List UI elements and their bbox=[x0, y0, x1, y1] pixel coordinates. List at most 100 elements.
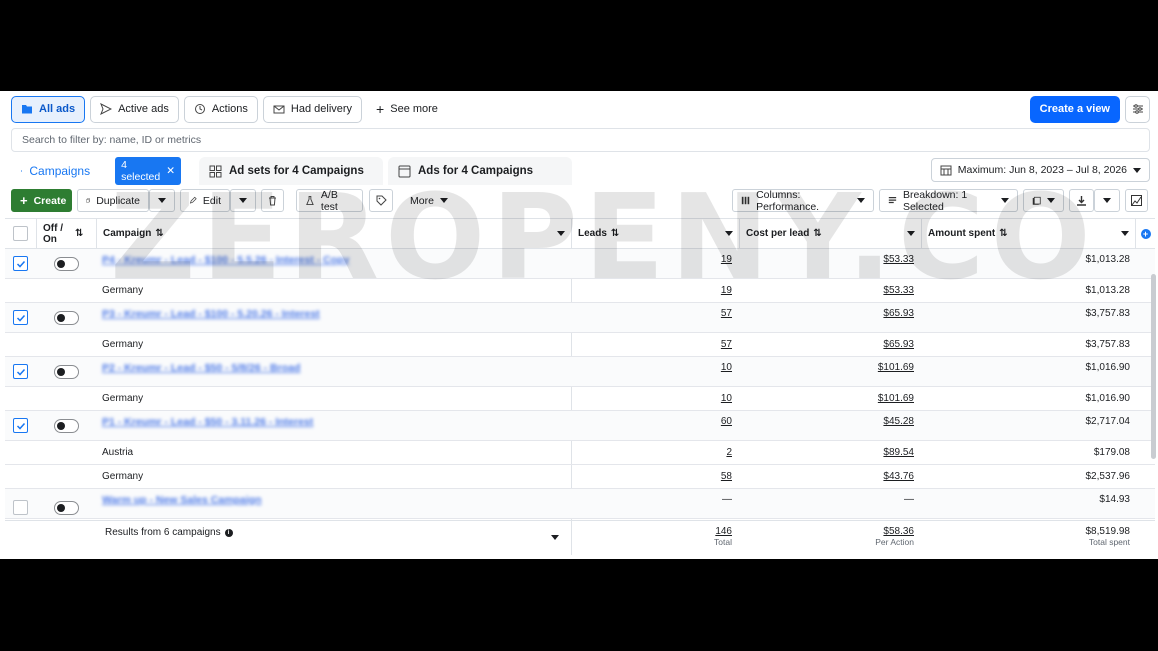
filter-actions[interactable]: Actions bbox=[183, 95, 258, 123]
checkbox-checked[interactable] bbox=[13, 364, 28, 379]
chevron-down-icon bbox=[158, 198, 166, 203]
charts-button[interactable] bbox=[1125, 189, 1148, 212]
toggle-switch[interactable] bbox=[54, 256, 79, 271]
leads-total-sub: Total bbox=[714, 537, 732, 547]
header-campaign[interactable]: Campaign ⇅ bbox=[97, 219, 572, 248]
campaign-name-link[interactable]: P3 - Kreumr - Lead - $100 - 5.20.26 - In… bbox=[102, 299, 320, 328]
row-checkbox[interactable] bbox=[13, 357, 28, 386]
table-row[interactable]: Warm up - New Sales Campaign — — $14.93 bbox=[5, 489, 1155, 519]
row-checkbox[interactable] bbox=[13, 493, 28, 522]
checkbox-unchecked[interactable] bbox=[13, 500, 28, 515]
close-icon[interactable]: ✕ bbox=[166, 165, 175, 177]
tag-button[interactable] bbox=[369, 189, 393, 212]
chevron-down-icon[interactable] bbox=[557, 231, 565, 236]
toggle-switch[interactable] bbox=[54, 364, 79, 379]
delivery-toggle[interactable] bbox=[54, 493, 79, 522]
checkbox-checked[interactable] bbox=[13, 418, 28, 433]
toggle-switch[interactable] bbox=[54, 310, 79, 325]
create-button[interactable]: + Create bbox=[11, 189, 72, 212]
header-select-all[interactable] bbox=[5, 219, 37, 248]
header-off-on-label: Off / On bbox=[43, 222, 63, 245]
campaign-name[interactable]: P2 - Kreumr - Lead - $50 - 5/8/26 - Broa… bbox=[102, 362, 300, 374]
vertical-scrollbar[interactable] bbox=[1151, 274, 1156, 459]
settings-sliders-button[interactable] bbox=[1125, 95, 1150, 123]
toggle-switch[interactable] bbox=[54, 418, 79, 433]
header-off-on[interactable]: Off / On ⇅ bbox=[37, 219, 97, 248]
table-row[interactable]: P3 - Kreumr - Lead - $100 - 5.20.26 - In… bbox=[5, 303, 1155, 333]
tab-ads[interactable]: Ads for 4 Campaigns bbox=[388, 157, 572, 185]
leads-total-value[interactable]: 146 bbox=[572, 526, 732, 537]
table-row[interactable]: P4 - Kreumr - Lead - $100 - 5.5.26 - Int… bbox=[5, 249, 1155, 279]
delivery-toggle[interactable] bbox=[54, 249, 79, 278]
filter-active-ads[interactable]: Active ads bbox=[90, 95, 179, 123]
edit-button[interactable]: Edit bbox=[180, 189, 230, 212]
table-row[interactable]: P2 - Kreumr - Lead - $50 - 5/8/26 - Broa… bbox=[5, 357, 1155, 387]
duplicate-button[interactable]: Duplicate bbox=[77, 189, 149, 212]
flask-icon bbox=[306, 195, 314, 206]
toggle-switch[interactable] bbox=[54, 500, 79, 515]
ab-test-button[interactable]: A/B test bbox=[296, 189, 363, 213]
chevron-down-icon[interactable] bbox=[907, 231, 915, 236]
tab-ad-sets[interactable]: Ad sets for 4 Campaigns bbox=[199, 157, 383, 185]
tab-campaigns[interactable]: Campaigns 4 selected ✕ bbox=[11, 157, 191, 185]
campaign-name-link[interactable]: Warm up - New Sales Campaign bbox=[102, 485, 261, 514]
chevron-down-icon[interactable] bbox=[551, 535, 559, 540]
leads-value[interactable]: 10 bbox=[572, 353, 732, 382]
row-checkbox[interactable] bbox=[13, 249, 28, 278]
selected-badge[interactable]: 4 selected ✕ bbox=[115, 157, 181, 185]
edit-dropdown[interactable] bbox=[230, 189, 256, 212]
search-input[interactable] bbox=[12, 129, 1149, 151]
header-leads[interactable]: Leads ⇅ bbox=[572, 219, 740, 248]
date-range-picker[interactable]: Maximum: Jun 8, 2023 – Jul 8, 2026 bbox=[930, 158, 1150, 182]
cost-per-lead-value[interactable]: $89.54 bbox=[740, 441, 914, 464]
add-column-button[interactable]: + bbox=[1136, 219, 1155, 248]
delivery-toggle[interactable] bbox=[54, 357, 79, 386]
filter-all-ads[interactable]: All ads bbox=[11, 95, 86, 123]
header-leads-label: Leads bbox=[578, 228, 607, 239]
export-button[interactable] bbox=[1069, 189, 1094, 212]
cost-per-lead-value[interactable]: $101.69 bbox=[740, 353, 914, 382]
delivery-toggle[interactable] bbox=[54, 303, 79, 332]
campaign-name-link[interactable]: P2 - Kreumr - Lead - $50 - 5/8/26 - Broa… bbox=[102, 353, 300, 382]
search-bar[interactable] bbox=[11, 128, 1150, 152]
campaign-name[interactable]: P4 - Kreumr - Lead - $100 - 5.5.26 - Int… bbox=[102, 254, 349, 266]
chevron-down-icon[interactable] bbox=[725, 231, 733, 236]
cost-per-lead-value[interactable]: $53.33 bbox=[740, 245, 914, 274]
header-cost-per-lead[interactable]: Cost per lead ⇅ bbox=[740, 219, 922, 248]
header-amount-spent[interactable]: Amount spent ⇅ bbox=[922, 219, 1136, 248]
see-more-button[interactable]: + See more bbox=[367, 95, 447, 123]
select-all-checkbox[interactable] bbox=[13, 226, 28, 241]
row-checkbox[interactable] bbox=[13, 411, 28, 440]
filter-had-delivery[interactable]: Had delivery bbox=[262, 95, 363, 123]
cost-per-lead-total-value[interactable]: $58.36 bbox=[740, 526, 914, 537]
more-button[interactable]: More bbox=[402, 189, 450, 212]
leads-total: 146 Total bbox=[572, 526, 732, 547]
table-row[interactable]: P1 - Kreumr - Lead - $50 - 3.11.26 - Int… bbox=[5, 411, 1155, 441]
delete-button[interactable] bbox=[261, 189, 284, 212]
campaign-name-link[interactable]: P4 - Kreumr - Lead - $100 - 5.5.26 - Int… bbox=[102, 245, 349, 274]
export-dropdown[interactable] bbox=[1094, 189, 1120, 212]
campaign-name[interactable]: P3 - Kreumr - Lead - $100 - 5.20.26 - In… bbox=[102, 308, 320, 320]
breakdown-dropdown[interactable]: Breakdown: 1 Selected bbox=[879, 189, 1018, 213]
columns-dropdown[interactable]: Columns: Performance. bbox=[732, 189, 874, 213]
leads-value[interactable]: 60 bbox=[572, 407, 732, 436]
chevron-down-icon[interactable] bbox=[1121, 231, 1129, 236]
leads-value[interactable]: 2 bbox=[572, 441, 732, 464]
row-checkbox[interactable] bbox=[13, 303, 28, 332]
duplicate-dropdown[interactable] bbox=[149, 189, 175, 212]
delivery-toggle[interactable] bbox=[54, 411, 79, 440]
edit-label: Edit bbox=[202, 194, 221, 207]
checkbox-checked[interactable] bbox=[13, 256, 28, 271]
info-icon[interactable]: i bbox=[224, 528, 233, 537]
columns-icon bbox=[741, 196, 750, 205]
cost-per-lead-value[interactable]: $65.93 bbox=[740, 299, 914, 328]
leads-value[interactable]: 57 bbox=[572, 299, 732, 328]
create-view-button[interactable]: Create a view bbox=[1029, 95, 1120, 123]
campaign-name-link[interactable]: P1 - Kreumr - Lead - $50 - 3.11.26 - Int… bbox=[102, 407, 313, 436]
checkbox-checked[interactable] bbox=[13, 310, 28, 325]
reports-dropdown[interactable] bbox=[1023, 189, 1064, 212]
campaign-name[interactable]: Warm up - New Sales Campaign bbox=[102, 494, 261, 506]
leads-value[interactable]: 19 bbox=[572, 245, 732, 274]
campaign-name[interactable]: P1 - Kreumr - Lead - $50 - 3.11.26 - Int… bbox=[102, 416, 313, 428]
cost-per-lead-value[interactable]: $45.28 bbox=[740, 407, 914, 436]
